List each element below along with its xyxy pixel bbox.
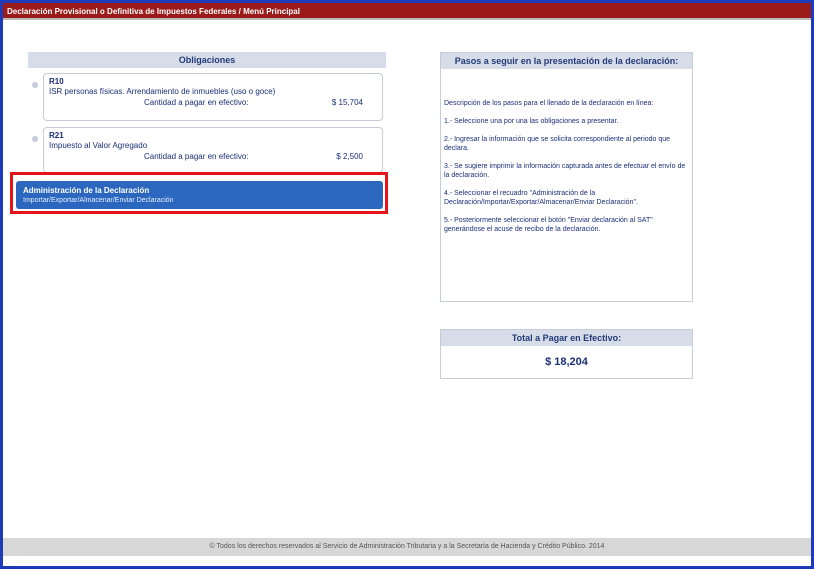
- obligation-r10[interactable]: R10 ISR personas físicas. Arrendamiento …: [43, 73, 383, 121]
- highlight-box: [10, 172, 388, 214]
- step-2: 2.- Ingresar la información que se solic…: [444, 136, 671, 152]
- obligation-description: ISR personas físicas. Arrendamiento de i…: [49, 87, 276, 96]
- amount-value: $ 2,500: [336, 152, 363, 161]
- obligation-code: R10: [49, 77, 64, 86]
- step-4: 4.- Seleccionar el recuadro "Administrac…: [444, 190, 638, 206]
- step-3: 3.- Se sugiere imprimir la información c…: [444, 163, 686, 179]
- window-title: Declaración Provisional o Definitiva de …: [3, 3, 811, 20]
- total-amount: $ 18,204: [545, 356, 588, 368]
- amount-label: Cantidad a pagar en efectivo:: [144, 152, 249, 161]
- obligaciones-header: Obligaciones: [28, 52, 386, 68]
- steps-list: Descripción de los pasos para el llenado…: [444, 99, 686, 243]
- obligation-code: R21: [49, 131, 64, 140]
- steps-header: Pasos a seguir en la presentación de la …: [441, 53, 692, 69]
- main-window: Declaración Provisional o Definitiva de …: [3, 3, 811, 566]
- amount-label: Cantidad a pagar en efectivo:: [144, 98, 249, 107]
- obligation-r21[interactable]: R21 Impuesto al Valor Agregado Cantidad …: [43, 127, 383, 173]
- step-5: 5.- Posteriormente seleccionar el botón …: [444, 217, 653, 233]
- amount-value: $ 15,704: [331, 98, 363, 107]
- step-intro: Descripción de los pasos para el llenado…: [444, 100, 654, 107]
- steps-panel: Pasos a seguir en la presentación de la …: [440, 52, 693, 302]
- bullet-icon: [32, 82, 38, 88]
- footer: © Todos los derechos reservados al Servi…: [3, 538, 811, 556]
- step-1: 1.- Seleccione una por una las obligacio…: [444, 118, 619, 125]
- total-header: Total a Pagar en Efectivo:: [441, 330, 692, 346]
- total-panel: Total a Pagar en Efectivo: $ 18,204: [440, 329, 693, 379]
- bullet-icon: [32, 136, 38, 142]
- obligation-description: Impuesto al Valor Agregado: [49, 141, 148, 150]
- obligaciones-panel: Obligaciones: [28, 52, 386, 68]
